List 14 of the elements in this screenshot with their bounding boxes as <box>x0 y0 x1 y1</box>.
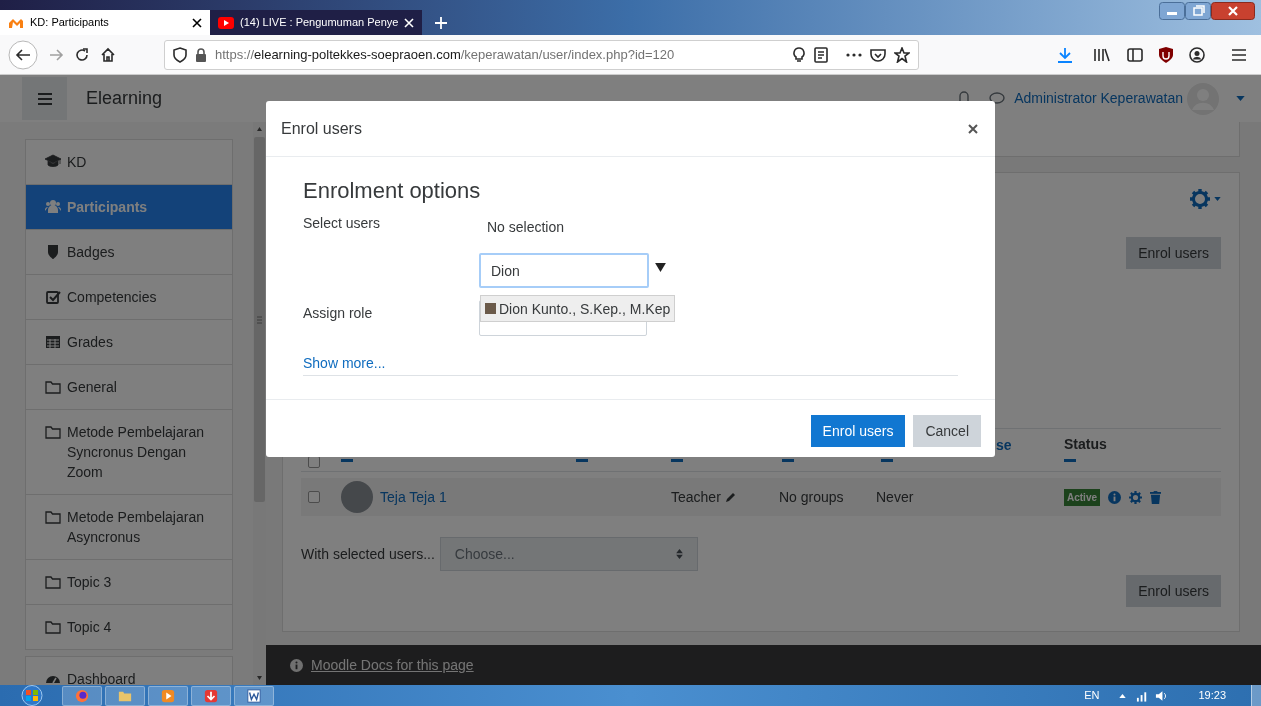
form-heading: Enrolment options <box>303 177 482 205</box>
bulk-action-label: With selected users... <box>301 544 435 564</box>
tab-title: (14) LIVE : Pengumuman Penye <box>240 15 399 31</box>
dialog-title: Enrol users <box>281 118 363 139</box>
selection-text: No selection <box>487 218 566 237</box>
table-cell-text: Never <box>876 487 915 507</box>
table-cell-text: No groups <box>779 487 845 507</box>
column-header: Status <box>1064 435 1108 453</box>
field-label: Assign role <box>303 304 374 323</box>
status-badge: Active <box>1064 488 1100 506</box>
url-text: https://elearning-poltekkes-soepraoen.com/keperawatan/user/index.php?id=120 <box>215 45 675 64</box>
field-label: Select users <box>303 214 382 233</box>
tab-title: KD: Participants <box>30 15 110 31</box>
table-cell-text: Teacher <box>671 487 721 507</box>
